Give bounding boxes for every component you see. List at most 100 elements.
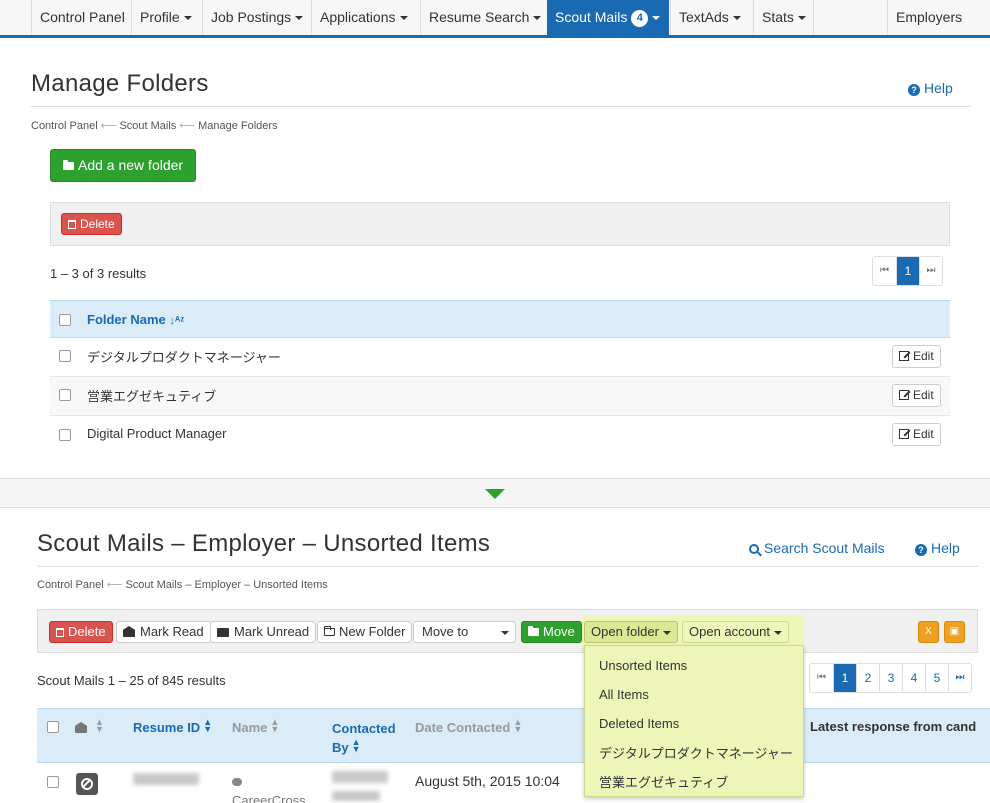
folder-icon [63, 160, 74, 170]
folders-toolbar [50, 202, 950, 246]
search-scout-mails-link[interactable]: Search Scout Mails [749, 540, 885, 556]
select-all-checkbox[interactable] [47, 721, 59, 733]
page-2[interactable]: 2 [856, 664, 879, 692]
question-icon: ? [908, 84, 920, 96]
candidate-name[interactable]: CareerCross [232, 772, 306, 803]
breadcrumb-control-panel[interactable]: Control Panel [37, 579, 104, 591]
first-page-icon[interactable]: ⏮ [873, 257, 896, 285]
nav-textads[interactable]: TextAds [670, 0, 749, 35]
excel-export-icon[interactable]: X [918, 621, 939, 643]
search-icon [749, 544, 759, 554]
mails-pager: ⏮ 1 2 3 4 5 ⏭ [809, 663, 972, 693]
resume-id-redacted[interactable] [133, 773, 199, 785]
page-5[interactable]: 5 [925, 664, 948, 692]
contacted-by-redacted [332, 771, 388, 783]
open-account-dropdown[interactable]: Open account [682, 621, 789, 643]
chevron-down-icon [295, 16, 304, 21]
page-3[interactable]: 3 [879, 664, 902, 692]
folder-outline-icon [324, 626, 335, 636]
move-to-select[interactable]: Move to [413, 621, 516, 643]
new-folder-button[interactable]: New Folder [317, 621, 413, 643]
envelope-open-icon [123, 626, 135, 637]
delete-button[interactable]: Delete [49, 621, 113, 643]
chevron-down-icon [399, 16, 408, 21]
name-column[interactable]: Name ▲ ▼ [232, 717, 280, 736]
row-checkbox[interactable] [47, 776, 59, 788]
section-divider [0, 478, 990, 508]
page-1[interactable]: 1 [896, 257, 919, 285]
chevron-down-icon [501, 631, 509, 635]
edit-icon [899, 390, 909, 400]
folders-pager: ⏮ 1 ⏭ [872, 256, 943, 286]
date-contacted: August 5th, 2015 10:04 [415, 773, 560, 789]
date-contacted-column[interactable]: Date Contacted ▲ ▼ [415, 718, 522, 736]
expand-arrow-icon[interactable] [485, 489, 505, 499]
chevron-down-icon [183, 16, 192, 21]
page-4[interactable]: 4 [902, 664, 925, 692]
sort-alpha-icon: ↓ᴬᶻ [169, 315, 185, 327]
breadcrumb-current: Manage Folders [198, 120, 278, 132]
contacted-by-column[interactable]: Contacted By ▲ ▼ [332, 719, 396, 757]
row-checkbox[interactable] [59, 350, 71, 362]
move-button[interactable]: Move [521, 621, 582, 643]
blocked-status-icon [76, 773, 98, 795]
mark-read-button[interactable]: Mark Read [116, 621, 211, 643]
mails-page-title: Scout Mails – Employer – Unsorted Items [37, 530, 491, 557]
nav-employers[interactable]: Employers [887, 0, 970, 35]
envelope-open-icon [75, 722, 87, 733]
breadcrumb-scout-mails[interactable]: Scout Mails [119, 120, 176, 132]
last-page-icon[interactable]: ⏭ [948, 664, 971, 692]
menu-item-folder-sales-exec-ja[interactable]: 営業エグゼキュティブ [599, 772, 728, 791]
question-icon: ? [915, 544, 927, 556]
menu-item-all[interactable]: All Items [599, 687, 649, 702]
row-checkbox[interactable] [59, 429, 71, 441]
trash-icon [56, 628, 64, 637]
folder-name: デジタルプロダクトマネージャー [87, 350, 281, 365]
edit-button[interactable]: Edit [892, 384, 941, 407]
mails-help-link[interactable]: ? Help [915, 540, 960, 556]
help-link[interactable]: ? Help [908, 80, 953, 96]
nav-scout-mails[interactable]: Scout Mails 4 [547, 0, 669, 35]
divider-line [31, 106, 970, 107]
breadcrumb-control-panel[interactable]: Control Panel [31, 120, 98, 132]
nav-control-panel[interactable]: Control Panel [31, 0, 133, 35]
first-page-icon[interactable]: ⏮ [810, 664, 833, 692]
edit-button[interactable]: Edit [892, 423, 941, 446]
nav-stats[interactable]: Stats [753, 0, 814, 35]
menu-item-deleted[interactable]: Deleted Items [599, 716, 679, 731]
top-nav: Control Panel Profile Job Postings Appli… [0, 0, 990, 38]
folders-table-header [50, 300, 950, 338]
breadcrumb: Control Panel ⟵ Scout Mails ⟵ Manage Folders [31, 120, 278, 132]
folder-name: 営業エグゼキュティブ [87, 389, 217, 404]
sort-icon: ▲ ▼ [270, 717, 280, 734]
envelope-icon [217, 628, 229, 637]
menu-item-folder-digital-pm-ja[interactable]: デジタルプロダクトマネージャー [599, 743, 793, 762]
edit-button[interactable]: Edit [892, 345, 941, 368]
folder-icon [528, 626, 539, 636]
nav-applications[interactable]: Applications [311, 0, 416, 35]
csv-export-icon[interactable]: ▣ [944, 621, 965, 643]
nav-profile[interactable]: Profile [131, 0, 200, 35]
chevron-down-icon [533, 16, 542, 21]
chevron-down-icon [662, 630, 671, 635]
sort-icon: ▲ ▼ [351, 737, 361, 754]
folder-name-column[interactable]: Folder Name ↓ᴬᶻ [87, 312, 184, 327]
page-1[interactable]: 1 [833, 664, 856, 692]
row-checkbox[interactable] [59, 389, 71, 401]
menu-item-unsorted[interactable]: Unsorted Items [599, 658, 687, 673]
latest-response-column[interactable]: Latest response from cand [810, 719, 976, 734]
nav-resume-search[interactable]: Resume Search [420, 0, 549, 35]
resume-id-column[interactable]: Resume ID ▲ ▼ [133, 718, 212, 736]
last-page-icon[interactable]: ⏭ [919, 257, 942, 285]
mark-unread-button[interactable]: Mark Unread [210, 621, 317, 643]
folders-results-count: 1 – 3 of 3 results [50, 266, 147, 281]
select-all-checkbox[interactable] [59, 314, 71, 326]
page-title: Manage Folders [31, 70, 209, 97]
delete-folders-button[interactable]: Delete [61, 213, 122, 235]
nav-job-postings[interactable]: Job Postings [202, 0, 311, 35]
add-folder-button[interactable]: Add a new folder [50, 149, 197, 182]
open-folder-dropdown[interactable]: Open folder [584, 621, 678, 643]
chevron-down-icon [797, 16, 806, 21]
trash-icon [68, 220, 76, 229]
read-status-column[interactable]: ▲ ▼ [75, 718, 104, 735]
